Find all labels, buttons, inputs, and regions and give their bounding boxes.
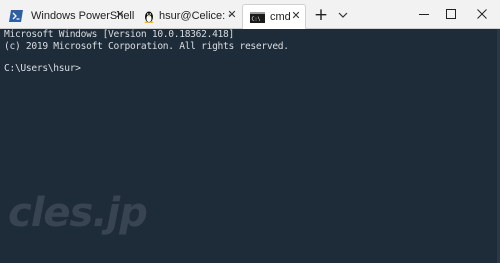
terminal-line: (c) 2019 Microsoft Corporation. All righ… [4,41,289,52]
close-icon[interactable]: ✕ [114,9,126,21]
powershell-icon [9,10,23,22]
tab-powershell[interactable]: Windows PowerShell ✕ [0,4,134,29]
svg-text:C:\: C:\ [252,17,261,23]
tab-label: cmd [270,11,291,23]
command-prompt[interactable]: C:\Users\hsur> [4,63,81,74]
terminal-line: Microsoft Windows [Version 10.0.18362.41… [4,29,234,40]
new-tab-button[interactable]: + [313,7,329,24]
chevron-down-icon[interactable] [337,8,349,22]
minimize-button[interactable] [416,6,432,22]
tab-linux[interactable]: hsur@Celice: ~ ✕ [136,4,240,29]
title-bar: Windows PowerShell ✕ hsur@Celice: ~ ✕ C: [0,0,500,29]
tab-label: hsur@Celice: ~ [159,10,231,22]
tab-cmd[interactable]: C:\ cmd ✕ [242,4,306,29]
linux-penguin-icon [144,11,154,23]
close-icon[interactable]: ✕ [226,9,238,21]
close-window-button[interactable] [474,6,490,22]
close-icon[interactable]: ✕ [290,10,302,22]
terminal-window: Windows PowerShell ✕ hsur@Celice: ~ ✕ C: [0,0,500,263]
watermark-logo: cles.jp [8,190,148,236]
cmd-icon: C:\ [250,12,265,23]
maximize-button[interactable] [443,6,459,22]
